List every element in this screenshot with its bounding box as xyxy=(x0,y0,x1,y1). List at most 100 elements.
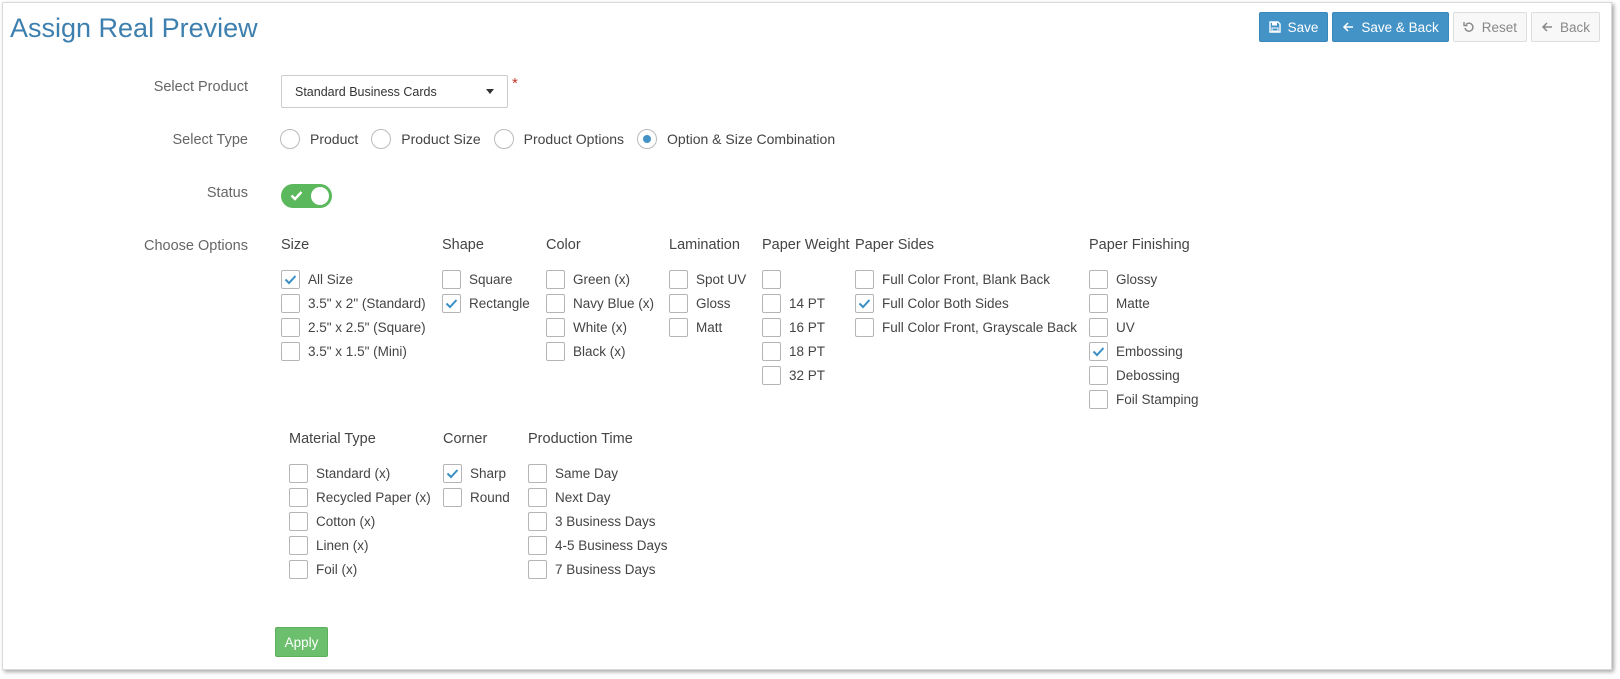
type-option-product-size[interactable]: Product Size xyxy=(371,129,481,149)
option-color-white-x[interactable]: White (x) xyxy=(546,315,654,339)
type-option-product[interactable]: Product xyxy=(280,129,358,149)
checkbox[interactable] xyxy=(289,487,308,507)
status-toggle[interactable] xyxy=(281,184,332,208)
checkbox[interactable] xyxy=(528,559,547,579)
option-paper-sides-full-color-front-grayscale-back[interactable]: Full Color Front, Grayscale Back xyxy=(855,315,1077,339)
checkbox[interactable] xyxy=(1089,365,1108,385)
save-and-back-button[interactable]: Save & Back xyxy=(1332,12,1449,42)
checkbox[interactable] xyxy=(289,463,308,483)
option-paper-weight-32-pt[interactable]: 32 PT xyxy=(762,363,850,387)
radio-button[interactable] xyxy=(280,129,300,149)
option-paper-finishing-matte[interactable]: Matte xyxy=(1089,291,1199,315)
checkbox[interactable] xyxy=(281,317,300,337)
checkbox[interactable] xyxy=(762,365,781,385)
checkbox[interactable] xyxy=(443,463,462,483)
option-size-all-size[interactable]: All Size xyxy=(281,267,426,291)
option-paper-weight-16-pt[interactable]: 16 PT xyxy=(762,315,850,339)
checkbox[interactable] xyxy=(762,317,781,337)
option-production-time-4-5-business-days[interactable]: 4-5 Business Days xyxy=(528,533,668,557)
type-option-option-size-combination[interactable]: Option & Size Combination xyxy=(637,129,835,149)
checkbox-label: 32 PT xyxy=(789,367,826,383)
checkbox-label: 3.5" x 2" (Standard) xyxy=(308,295,426,311)
checkbox[interactable] xyxy=(281,293,300,313)
option-production-time-next-day[interactable]: Next Day xyxy=(528,485,668,509)
checkbox[interactable] xyxy=(289,511,308,531)
apply-button[interactable]: Apply xyxy=(275,627,328,657)
checkbox[interactable] xyxy=(442,293,461,313)
select-type-label: Select Type xyxy=(172,132,248,148)
radio-button[interactable] xyxy=(493,129,514,149)
option-paper-finishing-uv[interactable]: UV xyxy=(1089,315,1199,339)
type-option-product-options[interactable]: Product Options xyxy=(493,129,624,149)
checkbox[interactable] xyxy=(528,535,547,555)
checkbox[interactable] xyxy=(289,559,308,579)
option-shape-rectangle[interactable]: Rectangle xyxy=(442,291,530,315)
option-lamination-spot-uv[interactable]: Spot UV xyxy=(669,267,746,291)
option-color-black-x[interactable]: Black (x) xyxy=(546,339,654,363)
checkbox[interactable] xyxy=(443,487,462,507)
checkbox[interactable] xyxy=(762,293,781,313)
checkmark-icon xyxy=(858,298,871,308)
checkbox[interactable] xyxy=(281,341,300,361)
checkbox[interactable] xyxy=(1089,317,1108,337)
checkbox[interactable] xyxy=(669,293,688,313)
option-paper-weight-14-pt[interactable]: 14 PT xyxy=(762,291,850,315)
checkbox[interactable] xyxy=(762,341,781,361)
back-button[interactable]: Back xyxy=(1530,12,1600,42)
option-production-time-3-business-days[interactable]: 3 Business Days xyxy=(528,509,668,533)
checkbox[interactable] xyxy=(546,293,565,313)
option-group-title: Size xyxy=(281,237,310,253)
checkbox[interactable] xyxy=(546,341,565,361)
option-lamination-matt[interactable]: Matt xyxy=(669,315,746,339)
checkbox[interactable] xyxy=(528,511,547,531)
option-paper-sides-full-color-both-sides[interactable]: Full Color Both Sides xyxy=(855,291,1077,315)
checkbox[interactable] xyxy=(669,269,688,289)
option-material-type-recycled-paper-x[interactable]: Recycled Paper (x) xyxy=(289,485,431,509)
option-material-type-linen-x[interactable]: Linen (x) xyxy=(289,533,431,557)
option-production-time-same-day[interactable]: Same Day xyxy=(528,461,668,485)
product-select[interactable]: Standard Business Cards xyxy=(281,75,508,108)
checkbox[interactable] xyxy=(855,269,874,289)
checkbox[interactable] xyxy=(546,269,565,289)
checkbox[interactable] xyxy=(281,269,300,289)
radio-button[interactable] xyxy=(637,129,658,149)
option-size-3-5-x-2-standard[interactable]: 3.5" x 2" (Standard) xyxy=(281,291,426,315)
option-paper-sides-full-color-front-blank-back[interactable]: Full Color Front, Blank Back xyxy=(855,267,1077,291)
option-color-green-x[interactable]: Green (x) xyxy=(546,267,654,291)
option-lamination-gloss[interactable]: Gloss xyxy=(669,291,746,315)
checkbox[interactable] xyxy=(1089,389,1108,409)
radio-button[interactable] xyxy=(371,129,392,149)
option-material-type-cotton-x[interactable]: Cotton (x) xyxy=(289,509,431,533)
option-paper-finishing-glossy[interactable]: Glossy xyxy=(1089,267,1199,291)
checkbox[interactable] xyxy=(528,487,547,507)
option-paper-finishing-debossing[interactable]: Debossing xyxy=(1089,363,1199,387)
option-size-2-5-x-2-5-square[interactable]: 2.5" x 2.5" (Square) xyxy=(281,315,426,339)
option-paper-finishing-foil-stamping[interactable]: Foil Stamping xyxy=(1089,387,1199,411)
option-color-navy-blue-x[interactable]: Navy Blue (x) xyxy=(546,291,654,315)
option-corner-sharp[interactable]: Sharp xyxy=(443,461,510,485)
option-material-type-standard-x[interactable]: Standard (x) xyxy=(289,461,431,485)
checkbox-label: 3 Business Days xyxy=(555,513,656,529)
checkbox[interactable] xyxy=(442,269,461,289)
option-paper-weight-18-pt[interactable]: 18 PT xyxy=(762,339,850,363)
checkbox[interactable] xyxy=(762,269,781,289)
checkbox[interactable] xyxy=(546,317,565,337)
checkbox[interactable] xyxy=(1089,341,1108,361)
checkbox[interactable] xyxy=(1089,293,1108,313)
checkbox[interactable] xyxy=(289,535,308,555)
option-size-3-5-x-1-5-mini[interactable]: 3.5" x 1.5" (Mini) xyxy=(281,339,426,363)
option-paper-finishing-embossing[interactable]: Embossing xyxy=(1089,339,1199,363)
option-paper-weight-blank[interactable] xyxy=(762,267,850,291)
save-button[interactable]: Save xyxy=(1258,12,1329,42)
option-material-type-foil-x[interactable]: Foil (x) xyxy=(289,557,431,581)
checkbox-label: Square xyxy=(469,271,513,287)
checkbox[interactable] xyxy=(855,317,874,337)
option-shape-square[interactable]: Square xyxy=(442,267,530,291)
option-corner-round[interactable]: Round xyxy=(443,485,510,509)
checkbox[interactable] xyxy=(669,317,688,337)
option-production-time-7-business-days[interactable]: 7 Business Days xyxy=(528,557,668,581)
reset-button[interactable]: Reset xyxy=(1452,12,1527,42)
checkbox[interactable] xyxy=(1089,269,1108,289)
checkbox[interactable] xyxy=(855,293,874,313)
checkbox[interactable] xyxy=(528,463,547,483)
